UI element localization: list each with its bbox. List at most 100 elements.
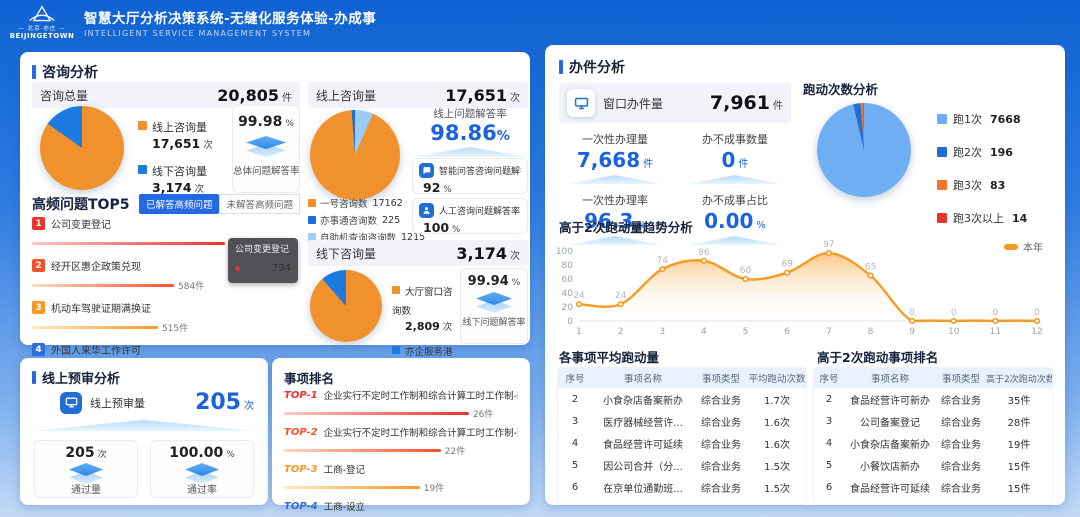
cell-name: 医疗器械经营许... [592,414,694,429]
cell-name: 在京单位通勤班... [592,480,694,495]
cell-type: 综合业务 [694,480,748,495]
offline-answer-rate-card: 99.94% 线下问题解答率 [460,268,528,344]
cell-name: 食品经营许可延续 [844,480,936,495]
manual-rate-unit: % [452,225,460,235]
svg-text:3: 3 [659,327,665,337]
ranking-item[interactable]: TOP-2 企业实行不定时工作制和综合计算工时工作制-延续 22件 [284,425,518,459]
smart-qa-rate-box: 智能问答咨询问题解答率 92% [412,158,528,194]
svg-text:5: 5 [743,327,749,337]
svg-text:60: 60 [740,266,752,276]
legend-item: 线下咨询量 3,174次 [138,160,230,195]
cell-value: 10件 [986,502,1052,506]
ranking-item[interactable]: TOP-1 企业实行不定时工作制和综合计算工时工作制-新办 26件 [284,388,518,422]
svg-text:69: 69 [781,260,793,270]
app-header: — 北京·亦庄 — BEIJINGETOWN 智慧大厅分析决策系统-无缝化服务体… [0,0,1080,45]
rank-badge: 1 [32,217,45,230]
legend-value: 83 [990,179,1005,192]
table-row[interactable]: 6 在京单位通勤班... 综合业务 1.5次 [558,476,806,498]
svg-text:4: 4 [701,327,707,337]
legend-item: 一号咨询数 17162 [308,196,418,210]
online-rate-block: 线上问题解答率 98.86% [412,106,528,157]
cell-type: 综合业务 [936,458,986,473]
svg-text:12: 12 [1031,327,1042,337]
stat-value: 0 [722,148,736,172]
legend-name: 一号咨询数 [320,196,368,210]
col-header: 事项类型 [694,371,748,385]
cell-value: 1.6次 [748,436,806,451]
online-rate-value: 98.86 [430,121,496,145]
table-row[interactable]: 5 小餐饮店新办 综合业务 15件 [814,454,1052,476]
cell-index: 5 [558,460,592,471]
table-row[interactable]: 2 小食杂店备案新办 综合业务 1.7次 [558,388,806,410]
case-stat: 办不成事数量 0件 [679,131,791,184]
legend-swatch [308,216,316,224]
cell-index: 2 [558,394,592,405]
preview-stat-box: 100.00% 通过率 [150,440,254,498]
case-section-title: 办件分析 [569,57,625,77]
preview-stat-box: 205次 通过量 [34,440,138,498]
stat-unit: 件 [643,159,653,170]
table-row[interactable]: 3 公司备案登记 综合业务 28件 [814,410,1052,432]
table-row[interactable]: 6 食品经营许可延续 综合业务 15件 [814,476,1052,498]
logo-brand-en: BEIJINGETOWN [10,32,75,40]
legend-value: 17,651 [152,136,200,151]
smart-qa-value: 92 [423,180,440,195]
cell-type: 综合业务 [694,436,748,451]
logo-mountain-icon [25,5,59,23]
stat-unit: 次 [98,450,107,460]
table-row[interactable]: 7 医疗器械经营许... 综合业务 1.4次 [558,498,806,505]
tooltip-dot [235,266,240,271]
table-row[interactable]: 7 第二类医疗器械... 综合业务 10件 [814,498,1052,505]
ranking-title: 事项排名 [284,368,334,387]
svg-text:7: 7 [826,327,832,337]
legend-value: 196 [990,146,1013,159]
legend-item: 亦事通咨询数 225 [308,213,418,227]
cell-index: 7 [814,504,844,506]
cell-type: 综合业务 [694,502,748,506]
ranking-item-name: 工商-设立 [324,499,365,513]
stat-value: 100.00 [169,445,223,461]
stat-label: 一次性办理量 [559,131,671,147]
legend-item: 跑1次 7668 [937,111,1027,127]
table-row[interactable]: 5 因公司合并（分... 综合业务 1.5次 [558,454,806,476]
stat-label: 一次性办理率 [559,192,671,208]
ranking-item[interactable]: TOP-3 工商-登记 19件 [284,462,518,496]
legend-name: 线下咨询量 [152,165,207,178]
cell-type: 综合业务 [694,392,748,407]
faq-item-name: 外国人来华工作许可 [51,342,141,357]
online-rate-title: 线上问题解答率 [412,106,528,121]
table-row[interactable]: 2 食品经营许可新办 综合业务 35件 [814,388,1052,410]
tab-answered-faq[interactable]: 已解答高频问题 [139,194,220,214]
app-title: 智慧大厅分析决策系统-无缝化服务体验-办成事 [84,7,376,27]
cell-value: 15件 [986,458,1052,473]
table-scroll-area[interactable]: 2 食品经营许可新办 综合业务 35件 3 公司备案登记 综合业务 28件 4 [814,388,1052,505]
cell-index: 4 [558,438,592,449]
legend-unit: 次 [203,140,213,151]
table-row[interactable]: 4 小食杂店备案新办 综合业务 19件 [814,432,1052,454]
faq-item[interactable]: 3 机动车驾驶证期满换证 515件 [32,300,300,336]
top-rank-label: TOP-4 [284,501,318,512]
table-scroll-area[interactable]: 2 小食杂店备案新办 综合业务 1.7次 3 医疗器械经营许... 综合业务 1… [558,388,806,505]
cell-index: 3 [558,416,592,427]
tab-unanswered-faq[interactable]: 未解答高频问题 [219,194,300,214]
ranking-item[interactable]: TOP-4 工商-设立 11件 [284,499,518,517]
ranking-list: TOP-1 企业实行不定时工作制和综合计算工时工作制-新办 26件 TOP-2 … [284,388,518,517]
ranking-item-name: 企业实行不定时工作制和综合计算工时工作制-新办 [324,388,518,402]
table-row[interactable]: 3 医疗器械经营许... 综合业务 1.6次 [558,410,806,432]
total-rate-value: 99.98 [238,114,282,130]
pedestal-shape [414,147,526,157]
online-value: 17,651 [445,86,507,105]
svg-text:0: 0 [1034,308,1040,318]
svg-text:11: 11 [990,327,1001,337]
col-header: 事项类型 [936,371,986,385]
legend-item: 跑2次 196 [937,144,1027,160]
legend-item: 线上咨询量 17,651次 [138,116,230,151]
col-header: 平均跑动次数 [748,371,806,385]
person-icon [419,203,434,218]
cell-name: 公司备案登记 [844,414,936,429]
legend-swatch [392,286,400,294]
faq-title: 高频问题TOP5 [32,194,129,214]
ranking-item-bar [284,486,420,489]
table-row[interactable]: 4 食品经营许可延续 综合业务 1.6次 [558,432,806,454]
svg-text:0: 0 [567,317,573,327]
